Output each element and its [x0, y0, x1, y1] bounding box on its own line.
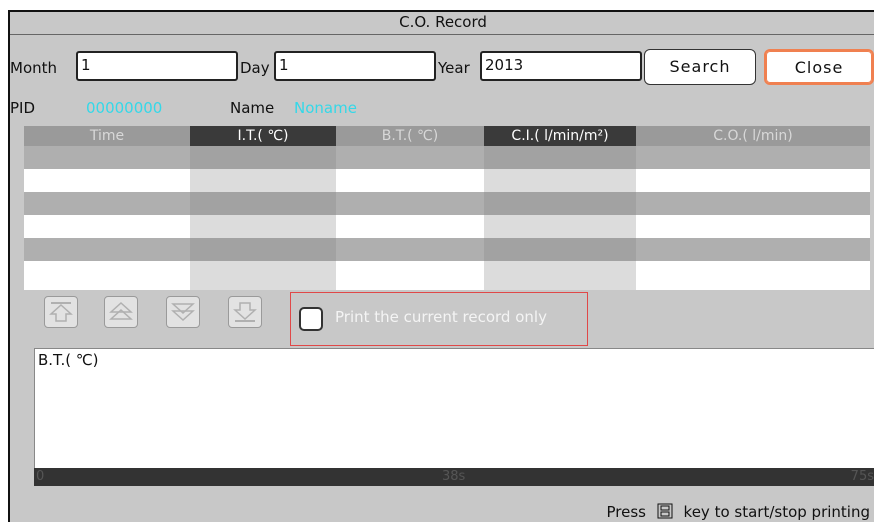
last-page-icon: [233, 302, 257, 322]
print-current-record-option[interactable]: Print the current record only: [290, 292, 588, 346]
waveform-time-axis: 0 38s 75s: [34, 468, 874, 486]
col-header-bt: B.T.( ℃): [336, 126, 484, 146]
first-page-icon: [49, 302, 73, 322]
page-down-icon: [171, 303, 195, 322]
column-shade: [484, 146, 636, 290]
record-table: Time I.T.( ℃) B.T.( ℃) C.I.( l/min/m²) C…: [24, 126, 870, 290]
col-header-ci: C.I.( l/min/m²): [484, 126, 636, 146]
table-row[interactable]: [24, 215, 870, 238]
print-current-label: Print the current record only: [335, 308, 547, 326]
page-down-button[interactable]: [166, 296, 200, 328]
time-tick-start: 0: [36, 469, 45, 484]
month-field[interactable]: 1: [76, 51, 238, 81]
name-value: Noname: [294, 99, 357, 117]
table-row[interactable]: [24, 146, 870, 169]
time-tick-end: 75s: [850, 469, 874, 484]
search-button[interactable]: Search: [644, 49, 756, 85]
col-header-co: C.O.( l/min): [636, 126, 870, 146]
waveform-label: B.T.( ℃): [38, 351, 99, 369]
pid-value: 00000000: [86, 99, 163, 117]
day-field[interactable]: 1: [274, 51, 436, 81]
last-page-button[interactable]: [228, 296, 262, 328]
table-row[interactable]: [24, 238, 870, 261]
page-up-button[interactable]: [104, 296, 138, 328]
print-current-checkbox[interactable]: [299, 307, 323, 331]
day-label: Day: [240, 59, 270, 77]
month-label: Month: [10, 59, 58, 77]
table-row[interactable]: [24, 261, 870, 290]
table-row[interactable]: [24, 192, 870, 215]
print-hint: Press key to start/stop printing: [607, 502, 871, 522]
page-up-icon: [109, 301, 133, 320]
print-hint-prefix: Press: [606, 503, 646, 521]
co-record-window: C.O. Record Month 1 Day 1 Year 2013 Sear…: [8, 10, 874, 522]
print-hint-suffix: key to start/stop printing: [683, 503, 870, 521]
year-field[interactable]: 2013: [480, 51, 642, 81]
column-shade: [190, 146, 336, 290]
col-header-time: Time: [24, 126, 190, 146]
year-label: Year: [438, 59, 470, 77]
print-key-icon: [657, 503, 673, 519]
first-page-button[interactable]: [44, 296, 78, 328]
pid-label: PID: [10, 99, 36, 117]
window-title: C.O. Record: [10, 12, 874, 35]
close-button[interactable]: Close: [764, 49, 874, 85]
waveform-panel: B.T.( ℃): [34, 348, 874, 486]
col-header-it: I.T.( ℃): [190, 126, 336, 146]
name-label: Name: [230, 99, 275, 117]
table-row[interactable]: [24, 169, 870, 192]
time-tick-mid: 38s: [442, 469, 466, 484]
